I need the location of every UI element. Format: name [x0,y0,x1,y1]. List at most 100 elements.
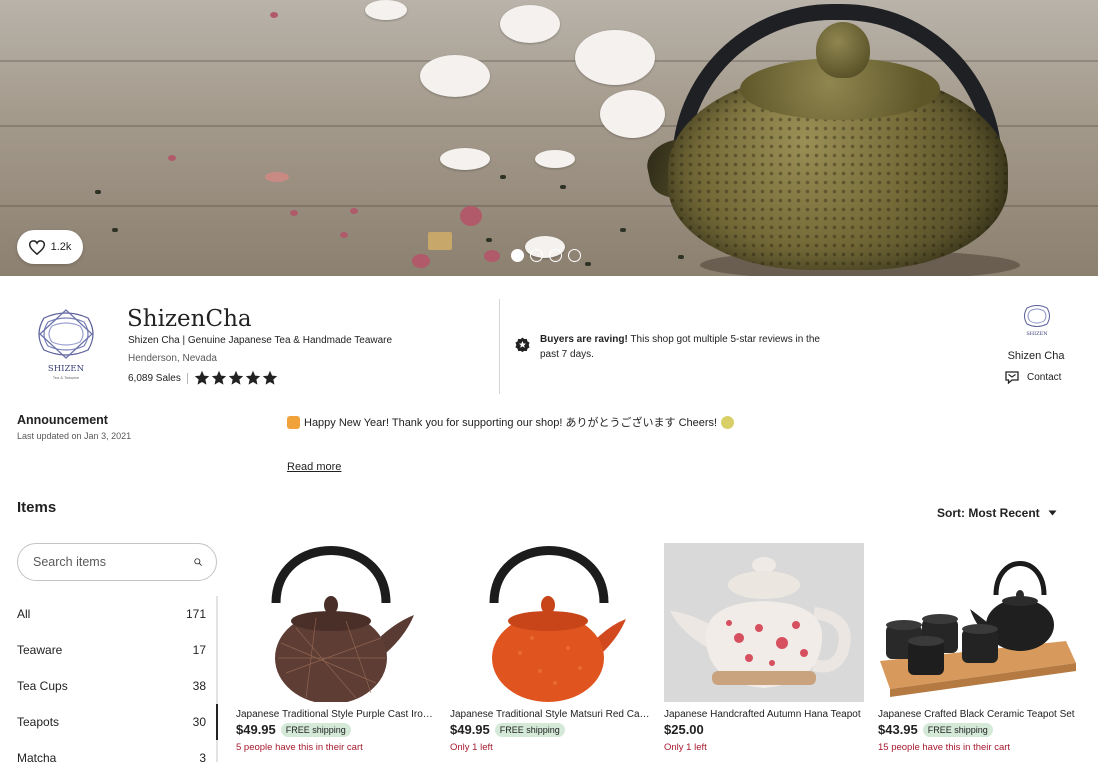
shop-sales-row: 6,089 Sales [128,370,278,386]
carousel-dot[interactable] [549,249,562,262]
category-name: Teapots [17,715,60,729]
shop-logo-mark: SHIZEN Tea & Teaware [38,309,94,380]
category-matcha[interactable]: Matcha 3 [17,740,217,762]
petal-image [270,12,278,18]
owner-avatar[interactable]: SHIZEN [1020,302,1054,340]
autumn-hana-teapot-image [664,543,864,702]
category-name: Teaware [17,643,63,657]
blossom-image [535,150,575,168]
blossom-image [575,30,655,85]
carousel-dot[interactable] [511,249,524,262]
category-name: Tea Cups [17,679,68,693]
blossom-image [365,0,407,20]
product-price: $25.00 [664,722,704,737]
star-icon [262,370,278,385]
category-teapots[interactable]: Teapots 30 [17,704,217,740]
search-icon[interactable] [194,553,202,571]
svg-text:SHIZEN: SHIZEN [48,364,85,374]
product-title[interactable]: Japanese Handcrafted Autumn Hana Teapot [664,709,864,720]
product-image[interactable] [664,543,864,702]
search-items-box[interactable] [17,543,217,581]
gift-icon [287,415,300,429]
teapot-knob [816,22,870,78]
sort-dropdown[interactable]: Sort: Most Recent [937,506,1057,520]
category-teaware[interactable]: Teaware 17 [17,632,217,668]
cart-note: 15 people have this in their cart [878,742,1011,753]
svg-text:Tea & Teaware: Tea & Teaware [53,375,80,380]
shop-title: Shizen Cha | Genuine Japanese Tea & Hand… [128,335,393,346]
price-row: $43.95 FREE shipping [878,722,1078,737]
announcement-text: Happy New Year! Thank you for supporting… [287,414,735,430]
sales-count[interactable]: 6,089 Sales [128,373,181,384]
product-title[interactable]: Japanese Traditional Style Matsuri Red C… [450,709,650,720]
sort-label: Sort: Most Recent [937,506,1040,520]
contact-button[interactable]: Contact [1005,371,1061,384]
product-title[interactable]: Japanese Traditional Style Purple Cast I… [236,709,436,720]
shop-logo[interactable]: SHIZEN Tea & Teaware [30,304,102,382]
category-all[interactable]: All 171 [17,596,217,632]
petal-image [460,206,482,226]
tea-leaf [678,255,684,259]
category-count: 30 [192,715,206,729]
caret-down-icon [1048,510,1057,516]
tea-leaf [486,238,492,242]
product-price: $49.95 [450,722,490,737]
price-row: $49.95 FREE shipping [236,722,436,737]
product-image[interactable] [450,543,650,702]
heart-icon [28,239,45,255]
stock-note: Only 1 left [450,742,493,753]
tea-cup-icon [721,415,735,429]
rave-headline: Buyers are raving! [540,334,628,345]
product-card[interactable]: Japanese Traditional Style Matsuri Red C… [450,543,650,753]
carousel-dot[interactable] [530,249,543,262]
petal-image [168,155,176,161]
star-icon [245,370,261,385]
owner-avatar-image: SHIZEN [1024,305,1050,337]
product-card[interactable]: Japanese Crafted Black Ceramic Teapot Se… [878,543,1078,753]
blossom-image [500,5,560,43]
contact-label: Contact [1027,372,1062,383]
cart-note: 5 people have this in their cart [236,742,363,753]
product-image[interactable] [878,543,1078,702]
favorite-shop-button[interactable]: 1.2k [17,230,83,264]
favorites-count: 1.2k [50,241,72,253]
product-card[interactable]: Japanese Handcrafted Autumn Hana Teapot … [664,543,864,753]
tea-leaf [500,175,506,179]
category-list: All 171 Teaware 17 Tea Cups 38 Teapots 30 Ma… [17,596,217,762]
stock-note: Only 1 left [664,742,707,753]
carousel-dot[interactable] [568,249,581,262]
product-image[interactable] [236,543,436,702]
svg-text:SHIZEN: SHIZEN [1026,331,1048,337]
owner-name[interactable]: Shizen Cha [992,350,1080,362]
category-count: 3 [199,751,206,762]
category-selected-indicator [216,704,218,740]
red-cast-iron-teapot-image [450,543,650,702]
petal-image [350,208,358,214]
petal-image [265,172,289,182]
category-count: 38 [192,679,206,693]
blossom-image [600,90,665,138]
tea-leaf [560,185,566,189]
black-ceramic-teapot-set-image [878,543,1078,702]
category-name: Matcha [17,751,57,762]
read-more-link[interactable]: Read more [287,461,341,473]
petal-image [340,232,348,238]
tea-leaf [620,228,626,232]
announcement-body: Happy New Year! Thank you for supporting… [304,417,718,429]
rating-stars[interactable] [194,370,278,386]
items-heading: Items [17,499,57,516]
tea-leaf [585,262,591,266]
message-icon [1005,371,1019,384]
category-rail [216,596,218,762]
product-card[interactable]: Japanese Traditional Style Purple Cast I… [236,543,436,753]
star-icon [194,370,210,385]
category-tea-cups[interactable]: Tea Cups 38 [17,668,217,704]
tea-leaf [112,228,118,232]
star-icon [228,370,244,385]
blossom-image [440,148,490,170]
product-title[interactable]: Japanese Crafted Black Ceramic Teapot Se… [878,709,1078,720]
free-shipping-badge: FREE shipping [922,722,993,737]
search-input[interactable] [33,555,194,569]
price-row: $49.95 FREE shipping [450,722,650,737]
petal-image [484,250,500,262]
